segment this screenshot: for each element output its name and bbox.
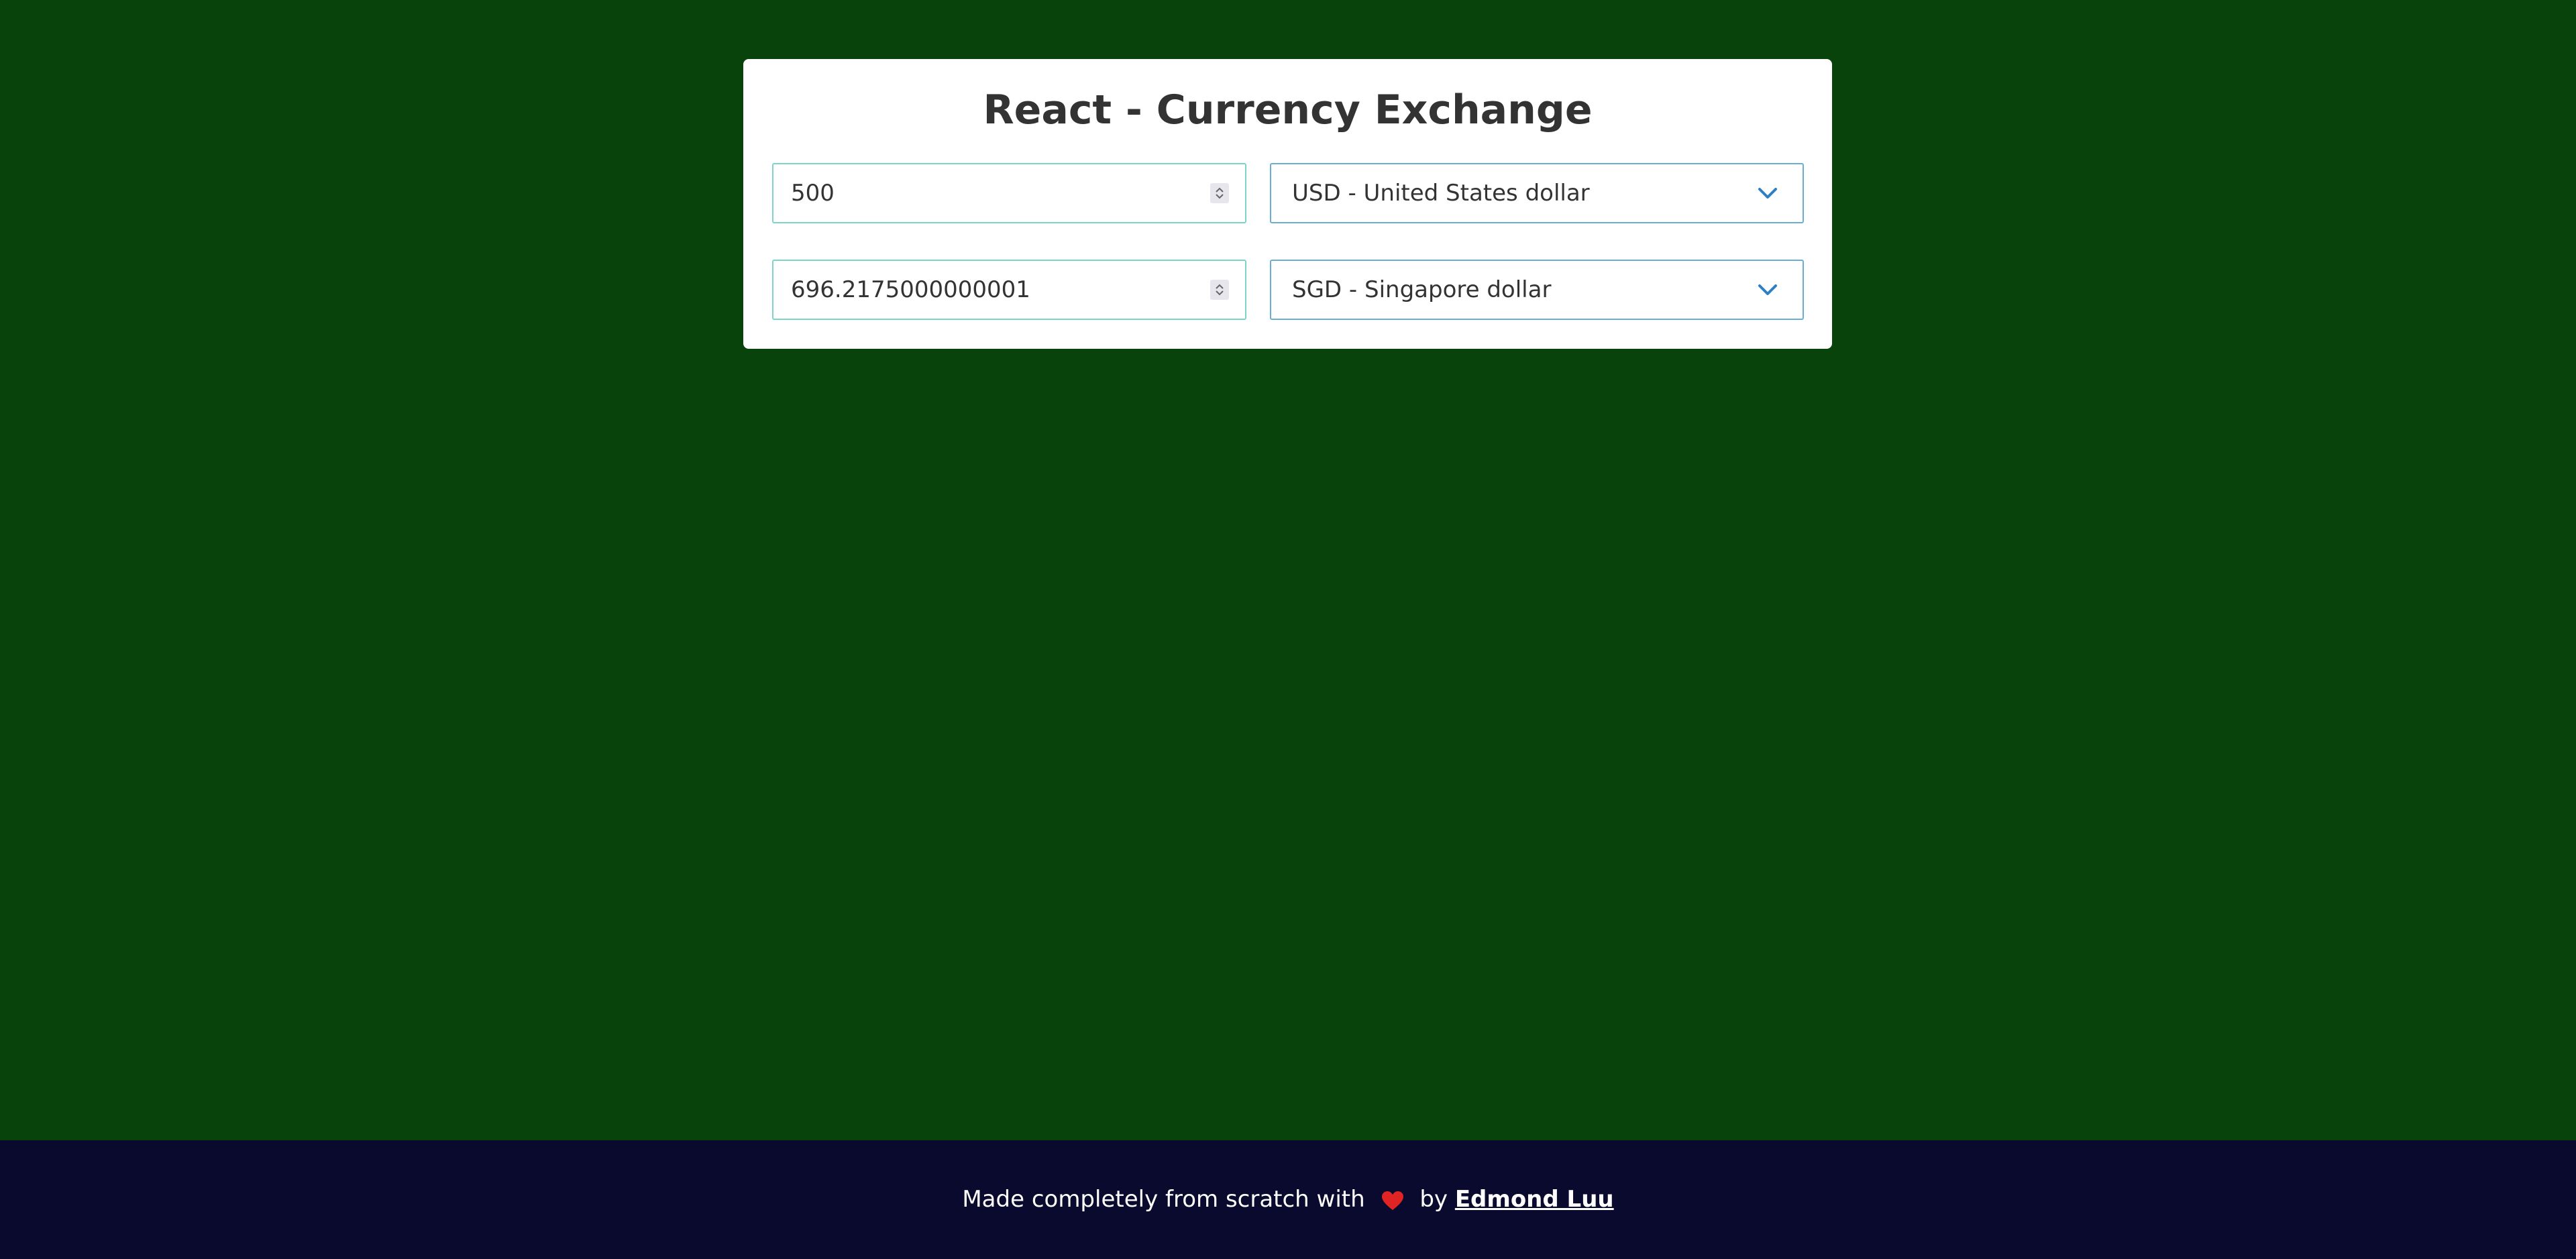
page-title: React - Currency Exchange — [983, 87, 1593, 133]
stepper-up-icon[interactable] — [1215, 283, 1224, 290]
footer-credit-text: Made completely from scratch with — [962, 1186, 1365, 1213]
author-link[interactable]: Edmond Luu — [1455, 1186, 1614, 1213]
from-amount-stepper[interactable] — [1210, 183, 1229, 203]
from-currency-select[interactable]: USD - United States dollar — [1270, 163, 1804, 223]
chevron-down-icon — [1758, 188, 1777, 199]
heart-icon — [1381, 1191, 1403, 1210]
to-currency-value: SGD - Singapore dollar — [1292, 276, 1552, 303]
from-currency-value: USD - United States dollar — [1292, 180, 1590, 207]
footer: Made completely from scratch with by Edm… — [0, 1140, 2576, 1259]
to-amount-input[interactable]: 696.2175000000001 — [772, 260, 1246, 320]
stepper-down-icon[interactable] — [1215, 193, 1224, 200]
to-currency-select[interactable]: SGD - Singapore dollar — [1270, 260, 1804, 320]
to-amount-value: 696.2175000000001 — [791, 276, 1030, 303]
from-amount-input[interactable]: 500 — [772, 163, 1246, 223]
from-amount-value: 500 — [791, 180, 835, 207]
chevron-down-icon — [1758, 284, 1777, 295]
footer-by-text: by — [1419, 1186, 1448, 1213]
converter-card: React - Currency Exchange 500 USD - Unit… — [743, 59, 1832, 349]
stepper-up-icon[interactable] — [1215, 186, 1224, 193]
to-amount-stepper[interactable] — [1210, 280, 1229, 300]
stepper-down-icon[interactable] — [1215, 290, 1224, 296]
